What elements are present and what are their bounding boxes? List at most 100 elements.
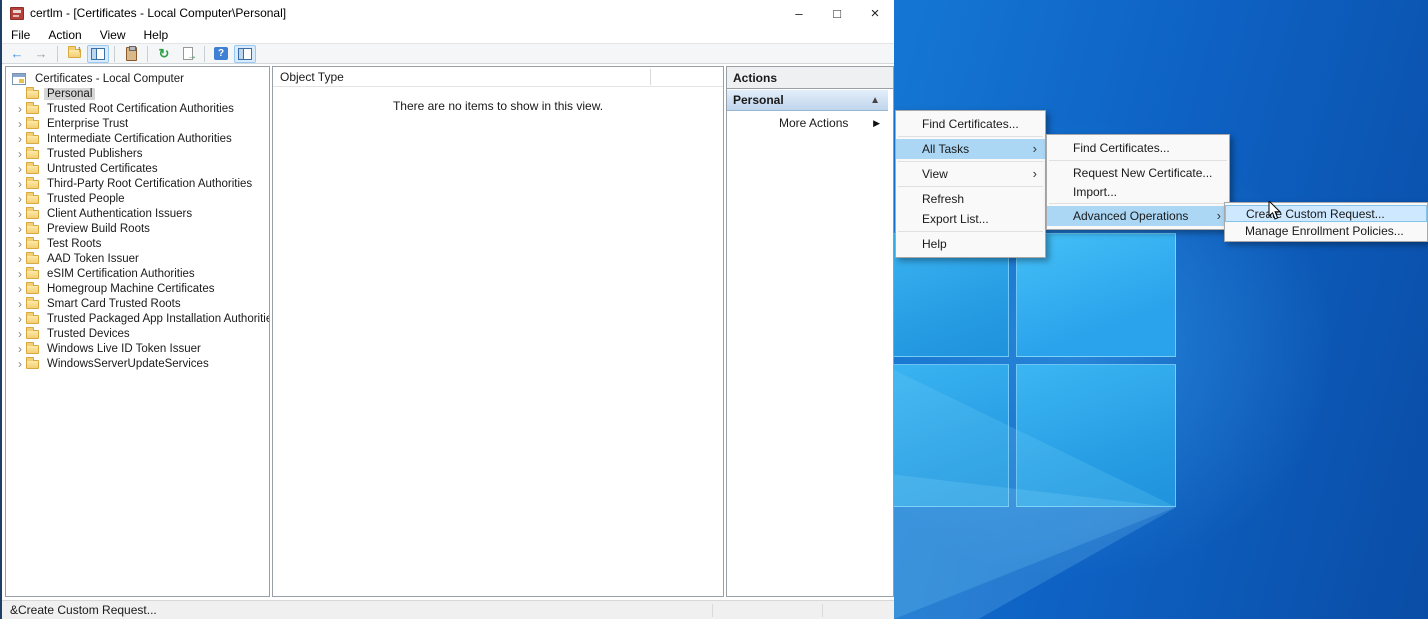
export-list-button[interactable] xyxy=(177,45,199,63)
tree-root-label[interactable]: Certificates - Local Computer xyxy=(32,73,187,85)
tree-row[interactable]: › WindowsServerUpdateServices xyxy=(6,356,212,371)
maximize-button[interactable]: □ xyxy=(818,0,856,26)
tree-item[interactable]: Client Authentication Issuers xyxy=(44,208,195,220)
column-header[interactable]: Object Type xyxy=(273,67,723,87)
tree-row[interactable]: › Windows Live ID Token Issuer xyxy=(6,341,204,356)
expand-chevron-icon[interactable]: › xyxy=(14,179,26,189)
status-text: &Create Custom Request... xyxy=(10,603,157,617)
tree-item[interactable]: AAD Token Issuer xyxy=(44,253,142,265)
tree-item[interactable]: Windows Live ID Token Issuer xyxy=(44,343,204,355)
tree-row[interactable]: ›Personal xyxy=(6,86,95,101)
more-actions-label: More Actions xyxy=(779,116,848,130)
tree-row[interactable]: › eSIM Certification Authorities xyxy=(6,266,198,281)
tree-row[interactable]: › Untrusted Certificates xyxy=(6,161,161,176)
expand-chevron-icon[interactable]: › xyxy=(14,314,26,324)
expand-chevron-icon[interactable]: › xyxy=(14,194,26,204)
menu-item-all-tasks[interactable]: All Tasks› xyxy=(896,139,1045,159)
tree-row[interactable]: › Enterprise Trust xyxy=(6,116,131,131)
menu-help[interactable]: Help xyxy=(135,27,178,43)
menu-item-create-custom-request[interactable]: Create Custom Request... xyxy=(1225,205,1427,222)
expand-chevron-icon[interactable]: › xyxy=(14,134,26,144)
menu-item-view[interactable]: View› xyxy=(896,164,1045,184)
tree-row[interactable]: › Client Authentication Issuers xyxy=(6,206,195,221)
menu-item-help[interactable]: Help xyxy=(896,234,1045,254)
menu-item-export-list[interactable]: Export List... xyxy=(896,209,1045,229)
tree-item[interactable]: Intermediate Certification Authorities xyxy=(44,133,235,145)
menu-item-label: Find Certificates... xyxy=(1073,141,1170,155)
tree-row[interactable]: › Trusted Packaged App Installation Autho… xyxy=(6,311,270,326)
refresh-button[interactable]: ↻ xyxy=(153,45,175,63)
tree-row[interactable]: › Smart Card Trusted Roots xyxy=(6,296,184,311)
expand-chevron-icon[interactable]: › xyxy=(14,254,26,264)
tree-item-personal[interactable]: Personal xyxy=(44,88,95,100)
expand-chevron-icon[interactable]: › xyxy=(14,344,26,354)
tree-item[interactable]: Trusted Root Certification Authorities xyxy=(44,103,237,115)
expand-chevron-icon[interactable]: › xyxy=(14,164,26,174)
expand-chevron-icon[interactable]: › xyxy=(14,269,26,279)
tree-item[interactable]: Smart Card Trusted Roots xyxy=(44,298,184,310)
tree-item[interactable]: WindowsServerUpdateServices xyxy=(44,358,212,370)
tree-row[interactable]: › Trusted People xyxy=(6,191,128,206)
menu-view[interactable]: View xyxy=(91,27,135,43)
tree-item[interactable]: Trusted People xyxy=(44,193,128,205)
expand-chevron-icon[interactable]: › xyxy=(14,359,26,369)
expand-chevron-icon[interactable]: › xyxy=(14,209,26,219)
column-header-label: Object Type xyxy=(280,70,344,84)
tree-row[interactable]: › Intermediate Certification Authorities xyxy=(6,131,235,146)
expand-chevron-icon[interactable]: › xyxy=(14,119,26,129)
toolbar-separator xyxy=(57,46,58,62)
tree-row[interactable]: › AAD Token Issuer xyxy=(6,251,142,266)
tree-item[interactable]: Trusted Publishers xyxy=(44,148,145,160)
tree-row[interactable]: › Trusted Publishers xyxy=(6,146,145,161)
expand-chevron-icon[interactable]: › xyxy=(14,284,26,294)
tree-row[interactable]: › Test Roots xyxy=(6,236,104,251)
menu-item-refresh[interactable]: Refresh xyxy=(896,189,1045,209)
menu-file[interactable]: File xyxy=(2,27,39,43)
expand-chevron-icon[interactable]: › xyxy=(14,224,26,234)
menu-action[interactable]: Action xyxy=(39,27,90,43)
expand-chevron-icon[interactable]: › xyxy=(14,299,26,309)
actions-group-personal[interactable]: Personal ▲ xyxy=(727,90,888,111)
menu-item-manage-enrollment-policies[interactable]: Manage Enrollment Policies... xyxy=(1225,222,1427,239)
folder-icon xyxy=(26,150,39,159)
tree-item[interactable]: Enterprise Trust xyxy=(44,118,131,130)
menu-item-request-new-certificate[interactable]: Request New Certificate... xyxy=(1047,163,1229,182)
menu-separator xyxy=(1049,160,1227,161)
show-console-tree-button[interactable] xyxy=(87,45,109,63)
help-button[interactable]: ? xyxy=(210,45,232,63)
collapse-chevron-icon[interactable]: ▲ xyxy=(870,95,880,106)
menu-item-import[interactable]: Import... xyxy=(1047,182,1229,201)
screen: certlm - [Certificates - Local Computer\… xyxy=(0,0,1428,619)
close-button[interactable]: × xyxy=(856,0,894,26)
menu-item-find-certificates[interactable]: Find Certificates... xyxy=(896,114,1045,134)
tree-root-row[interactable]: Certificates - Local Computer xyxy=(6,71,187,86)
tree-item[interactable]: Homegroup Machine Certificates xyxy=(44,283,217,295)
menu-item-find-certificates[interactable]: Find Certificates... xyxy=(1047,138,1229,158)
tree-row[interactable]: › Trusted Devices xyxy=(6,326,133,341)
expand-chevron-icon[interactable]: › xyxy=(14,239,26,249)
tree-row[interactable]: › Preview Build Roots xyxy=(6,221,153,236)
show-action-pane-button[interactable] xyxy=(234,45,256,63)
expand-chevron-icon[interactable]: › xyxy=(14,104,26,114)
expand-chevron-icon[interactable]: › xyxy=(14,149,26,159)
properties-button[interactable] xyxy=(120,45,142,63)
forward-button[interactable]: → xyxy=(30,45,52,63)
tree-item[interactable]: Trusted Devices xyxy=(44,328,133,340)
tree-item[interactable]: Third-Party Root Certification Authoriti… xyxy=(44,178,255,190)
up-one-level-button[interactable]: ↑ xyxy=(63,45,85,63)
tree-item[interactable]: eSIM Certification Authorities xyxy=(44,268,198,280)
more-actions-item[interactable]: More Actions ▶ xyxy=(727,112,888,134)
title-bar[interactable]: certlm - [Certificates - Local Computer\… xyxy=(2,0,894,26)
column-divider[interactable] xyxy=(650,69,651,85)
expand-chevron-icon[interactable]: › xyxy=(14,329,26,339)
tree-item[interactable]: Trusted Packaged App Installation Author… xyxy=(44,313,270,325)
tree-row[interactable]: › Homegroup Machine Certificates xyxy=(6,281,217,296)
tree-item[interactable]: Test Roots xyxy=(44,238,104,250)
minimize-button[interactable]: – xyxy=(780,0,818,26)
back-button[interactable]: ← xyxy=(6,45,28,63)
menu-item-advanced-operations[interactable]: Advanced Operations› xyxy=(1047,206,1229,226)
tree-item[interactable]: Preview Build Roots xyxy=(44,223,153,235)
tree-row[interactable]: › Third-Party Root Certification Authorit… xyxy=(6,176,255,191)
tree-row[interactable]: › Trusted Root Certification Authorities xyxy=(6,101,237,116)
tree-item[interactable]: Untrusted Certificates xyxy=(44,163,161,175)
